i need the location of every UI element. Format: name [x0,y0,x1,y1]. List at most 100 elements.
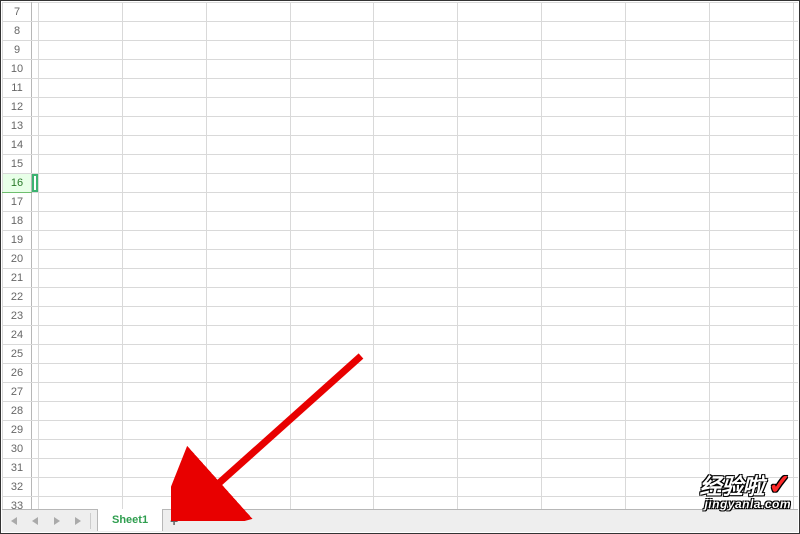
cell[interactable] [290,497,374,510]
row-header[interactable]: 28 [3,402,32,421]
cell[interactable] [39,288,123,307]
cell[interactable] [626,136,710,155]
cell[interactable] [290,307,374,326]
cell[interactable] [626,269,710,288]
cell[interactable] [542,307,626,326]
cell[interactable] [458,383,542,402]
cell[interactable] [32,364,39,383]
cell[interactable] [39,345,123,364]
cell[interactable] [206,383,290,402]
cell[interactable] [709,136,793,155]
cell[interactable] [626,231,710,250]
cell[interactable] [290,22,374,41]
cell[interactable] [626,364,710,383]
cell[interactable] [458,250,542,269]
cell[interactable] [206,193,290,212]
cell[interactable] [626,307,710,326]
cell[interactable] [206,326,290,345]
cell[interactable] [709,383,793,402]
cell[interactable] [39,22,123,41]
cell[interactable] [793,269,798,288]
cell[interactable] [206,345,290,364]
cell[interactable] [793,193,798,212]
cell[interactable] [458,193,542,212]
cell[interactable] [122,193,206,212]
cell[interactable] [458,307,542,326]
cell[interactable] [32,117,39,136]
cell[interactable] [290,421,374,440]
cell[interactable] [709,3,793,22]
cell[interactable] [709,250,793,269]
cell[interactable] [542,478,626,497]
cell[interactable] [374,212,458,231]
row-header[interactable]: 7 [3,3,32,22]
cell[interactable] [458,41,542,60]
cell[interactable] [39,421,123,440]
cell[interactable] [709,174,793,193]
row-header[interactable]: 25 [3,345,32,364]
cell[interactable] [206,3,290,22]
cell[interactable] [793,117,798,136]
cell[interactable] [374,174,458,193]
cell[interactable] [39,459,123,478]
cell[interactable] [32,459,39,478]
cell[interactable] [374,193,458,212]
nav-first-icon[interactable] [2,510,24,532]
row-header[interactable]: 12 [3,98,32,117]
cell[interactable] [374,364,458,383]
row-header[interactable]: 11 [3,79,32,98]
cell[interactable] [709,440,793,459]
cell[interactable] [626,345,710,364]
cell[interactable] [32,497,39,510]
cell[interactable] [542,250,626,269]
cell[interactable] [122,155,206,174]
cell[interactable] [709,41,793,60]
cell[interactable] [458,459,542,478]
cell[interactable] [458,174,542,193]
cell[interactable] [793,79,798,98]
cell[interactable] [709,269,793,288]
cell[interactable] [374,307,458,326]
nav-last-icon[interactable] [68,510,90,532]
nav-next-icon[interactable] [46,510,68,532]
cell[interactable] [206,307,290,326]
cell[interactable] [542,497,626,510]
cell[interactable] [122,212,206,231]
cell[interactable] [793,3,798,22]
cell[interactable] [374,326,458,345]
cell[interactable] [206,288,290,307]
cell[interactable] [793,345,798,364]
cell[interactable] [542,402,626,421]
cell[interactable] [290,269,374,288]
cell[interactable] [206,364,290,383]
cell[interactable] [122,288,206,307]
cell[interactable] [374,497,458,510]
cell[interactable] [122,250,206,269]
cell[interactable] [709,459,793,478]
cell[interactable] [206,117,290,136]
row-header[interactable]: 15 [3,155,32,174]
cell[interactable] [374,269,458,288]
cell[interactable] [626,41,710,60]
cell[interactable] [206,22,290,41]
cell[interactable] [290,212,374,231]
cell[interactable] [374,60,458,79]
cell[interactable] [39,174,123,193]
cell[interactable] [374,250,458,269]
cell[interactable] [458,155,542,174]
row-header[interactable]: 33 [3,497,32,510]
cell[interactable] [626,402,710,421]
nav-prev-icon[interactable] [24,510,46,532]
cell[interactable] [39,250,123,269]
cell[interactable] [290,231,374,250]
row-header[interactable]: 8 [3,22,32,41]
cell[interactable] [542,326,626,345]
cell[interactable] [290,155,374,174]
cell[interactable] [458,345,542,364]
cell[interactable] [374,79,458,98]
cell[interactable] [626,250,710,269]
cell[interactable] [626,117,710,136]
row-header[interactable]: 23 [3,307,32,326]
cell[interactable] [542,41,626,60]
cell[interactable] [458,402,542,421]
